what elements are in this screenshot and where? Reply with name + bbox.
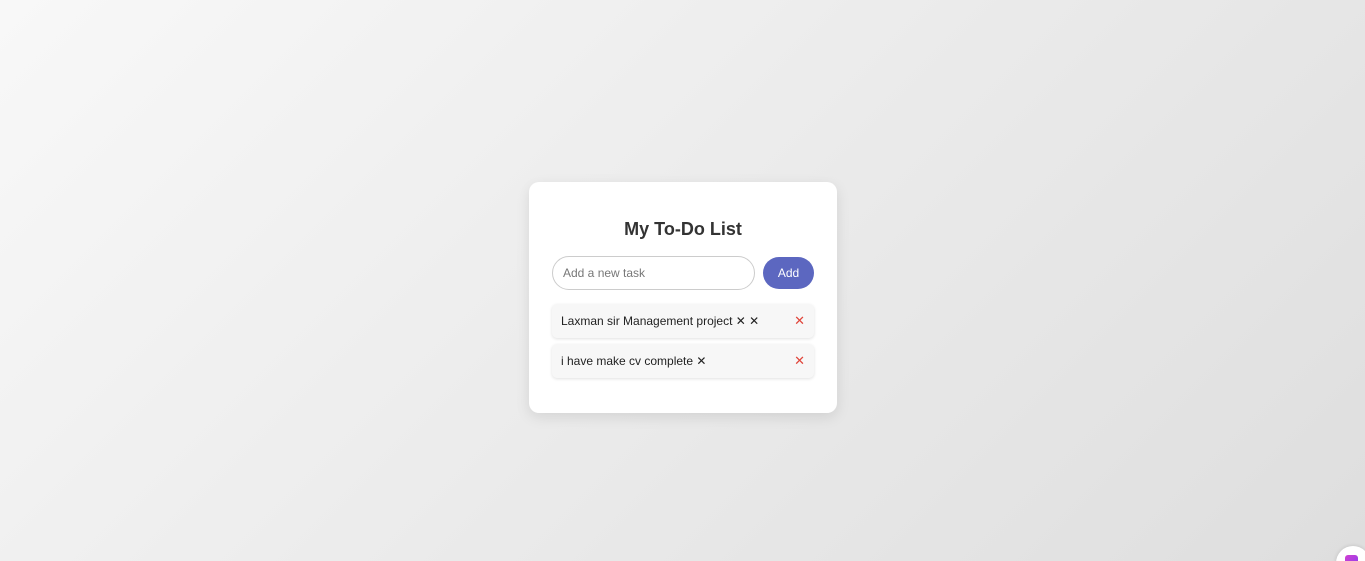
close-icon: ✕	[794, 353, 805, 369]
task-item: Laxman sir Management project ✕ ✕ ✕	[552, 304, 814, 338]
delete-task-button[interactable]: ✕	[794, 355, 805, 368]
task-item: i have make cv complete ✕ ✕	[552, 344, 814, 378]
add-button[interactable]: Add	[763, 257, 814, 289]
add-task-row: Add	[552, 256, 814, 290]
corner-widget-button[interactable]	[1336, 546, 1365, 561]
task-list: Laxman sir Management project ✕ ✕ ✕ i ha…	[552, 304, 814, 378]
task-text: Laxman sir Management project ✕ ✕	[561, 314, 760, 328]
task-text: i have make cv complete ✕	[561, 354, 707, 368]
todo-card: My To-Do List Add Laxman sir Management …	[529, 182, 837, 413]
task-input[interactable]	[552, 256, 755, 290]
page-title: My To-Do List	[624, 219, 742, 239]
app-widget-icon	[1345, 555, 1358, 561]
close-icon: ✕	[794, 313, 805, 329]
delete-task-button[interactable]: ✕	[794, 315, 805, 328]
